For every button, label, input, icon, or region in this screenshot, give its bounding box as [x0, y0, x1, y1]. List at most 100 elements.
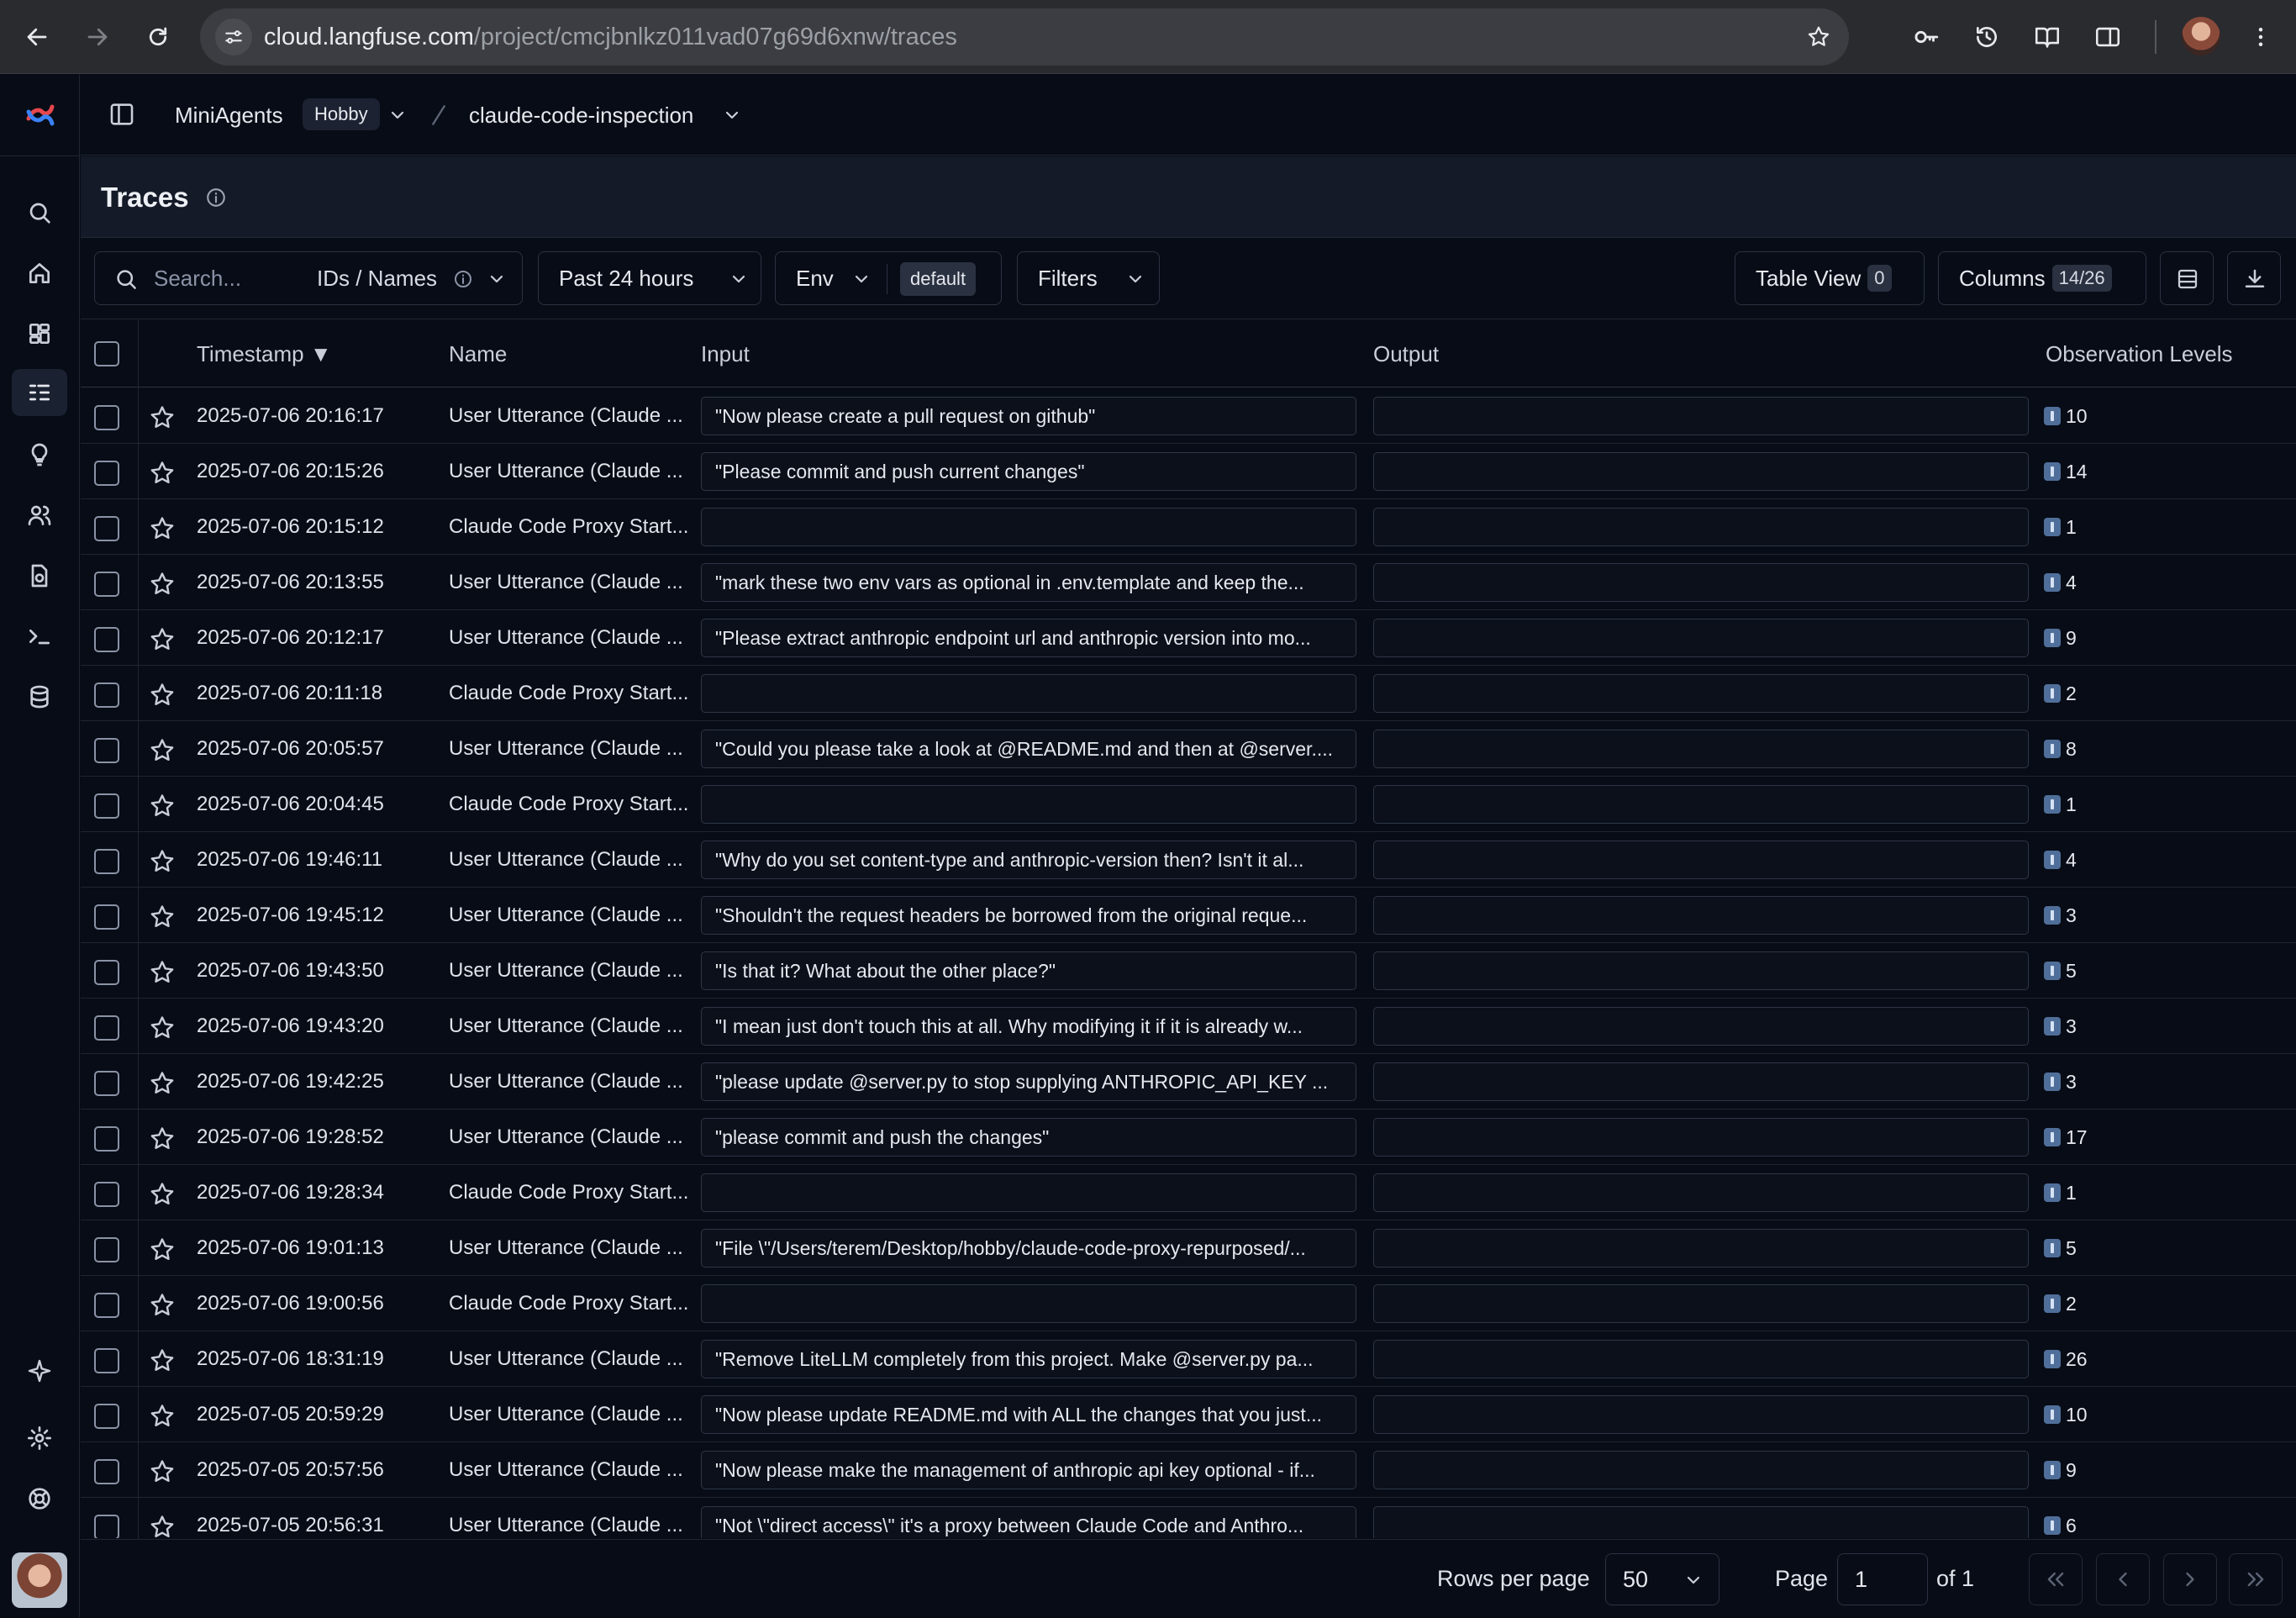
table-row[interactable]: 2025-07-06 20:11:18 Claude Code Proxy Sta… — [81, 666, 2296, 721]
row-checkbox[interactable] — [94, 1071, 119, 1096]
table-row[interactable]: 2025-07-05 20:56:31 User Utterance (Claud… — [81, 1498, 2296, 1538]
previous-page-button[interactable] — [2096, 1553, 2150, 1605]
star-icon[interactable] — [148, 514, 176, 543]
sidebar-item-dashboards[interactable] — [12, 310, 67, 357]
sidebar-item-users[interactable] — [12, 492, 67, 539]
table-row[interactable]: 2025-07-06 19:42:25 User Utterance (Claud… — [81, 1054, 2296, 1109]
cell-name[interactable]: User Utterance (Claude ... — [449, 1498, 692, 1538]
cell-input[interactable]: "Please extract anthropic endpoint url a… — [701, 619, 1356, 657]
cell-output[interactable] — [1373, 730, 2029, 768]
row-checkbox[interactable] — [94, 1126, 119, 1152]
filters-button[interactable]: Filters — [1017, 251, 1160, 305]
cell-timestamp[interactable]: 2025-07-06 20:12:17 — [197, 610, 384, 666]
rows-per-page-select[interactable]: 50 — [1605, 1553, 1719, 1605]
table-row[interactable]: 2025-07-06 20:12:17 User Utterance (Claud… — [81, 610, 2296, 666]
cell-name[interactable]: User Utterance (Claude ... — [449, 1054, 692, 1109]
cell-name[interactable]: User Utterance (Claude ... — [449, 388, 692, 444]
table-row[interactable]: 2025-07-06 19:43:50 User Utterance (Claud… — [81, 943, 2296, 999]
star-icon[interactable] — [148, 903, 176, 931]
cell-timestamp[interactable]: 2025-07-06 19:43:50 — [197, 943, 384, 999]
star-icon[interactable] — [148, 1457, 176, 1486]
cell-name[interactable]: User Utterance (Claude ... — [449, 1387, 692, 1442]
sidebar-item-prompts[interactable] — [12, 431, 67, 478]
cell-output[interactable] — [1373, 1340, 2029, 1378]
page-number-input[interactable]: 1 — [1837, 1553, 1928, 1605]
star-icon[interactable] — [148, 1402, 176, 1431]
cell-timestamp[interactable]: 2025-07-06 19:42:25 — [197, 1054, 384, 1109]
star-icon[interactable] — [148, 1180, 176, 1209]
cell-name[interactable]: User Utterance (Claude ... — [449, 610, 692, 666]
table-row[interactable]: 2025-07-06 18:31:19 User Utterance (Claud… — [81, 1331, 2296, 1387]
column-header-input[interactable]: Input — [701, 320, 750, 387]
row-checkbox[interactable] — [94, 461, 119, 486]
cell-timestamp[interactable]: 2025-07-06 19:28:52 — [197, 1109, 384, 1165]
table-row[interactable]: 2025-07-06 19:46:11 User Utterance (Claud… — [81, 832, 2296, 888]
cell-output[interactable] — [1373, 841, 2029, 879]
cell-timestamp[interactable]: 2025-07-06 18:31:19 — [197, 1331, 384, 1387]
cell-input[interactable]: "Now please create a pull request on git… — [701, 397, 1356, 435]
cell-timestamp[interactable]: 2025-07-05 20:57:56 — [197, 1442, 384, 1498]
address-bar[interactable]: cloud.langfuse.com/project/cmcjbnlkz011v… — [200, 8, 1849, 66]
star-icon[interactable] — [148, 403, 176, 432]
cell-output[interactable] — [1373, 563, 2029, 602]
cell-timestamp[interactable]: 2025-07-06 20:04:45 — [197, 777, 384, 832]
cell-timestamp[interactable]: 2025-07-05 20:56:31 — [197, 1498, 384, 1538]
cell-output[interactable] — [1373, 1173, 2029, 1212]
table-view-button[interactable]: Table View 0 — [1735, 251, 1925, 305]
cell-timestamp[interactable]: 2025-07-06 20:16:17 — [197, 388, 384, 444]
cell-name[interactable]: User Utterance (Claude ... — [449, 1331, 692, 1387]
cell-name[interactable]: User Utterance (Claude ... — [449, 1220, 692, 1276]
cell-timestamp[interactable]: 2025-07-06 19:43:20 — [197, 999, 384, 1054]
download-button[interactable] — [2227, 251, 2281, 305]
row-checkbox[interactable] — [94, 516, 119, 541]
project-name[interactable]: claude-code-inspection — [469, 75, 693, 155]
row-checkbox[interactable] — [94, 904, 119, 930]
env-value-chip[interactable]: default — [900, 262, 977, 296]
table-row[interactable]: 2025-07-06 20:04:45 Claude Code Proxy Sta… — [81, 777, 2296, 832]
cell-output[interactable] — [1373, 1118, 2029, 1157]
search-mode-select[interactable]: IDs / Names — [317, 252, 437, 304]
cell-input[interactable]: "Now please update README.md with ALL th… — [701, 1395, 1356, 1434]
cell-output[interactable] — [1373, 674, 2029, 713]
cell-input[interactable] — [701, 785, 1356, 824]
cell-name[interactable]: User Utterance (Claude ... — [449, 721, 692, 777]
cell-input[interactable]: "Please commit and push current changes" — [701, 452, 1356, 491]
cell-name[interactable]: Claude Code Proxy Start... — [449, 1276, 692, 1331]
organization-name[interactable]: MiniAgents — [175, 75, 283, 155]
row-checkbox[interactable] — [94, 1015, 119, 1041]
row-density-button[interactable] — [2160, 251, 2214, 305]
cell-output[interactable] — [1373, 896, 2029, 935]
star-icon[interactable] — [148, 1069, 176, 1098]
info-icon[interactable] — [205, 187, 227, 208]
table-row[interactable]: 2025-07-06 19:28:52 User Utterance (Claud… — [81, 1109, 2296, 1165]
row-checkbox[interactable] — [94, 1293, 119, 1318]
project-switcher-chevron-down-icon[interactable] — [719, 103, 745, 128]
site-settings-icon[interactable] — [215, 18, 252, 55]
sidebar-item-support[interactable] — [12, 1475, 67, 1522]
table-row[interactable]: 2025-07-06 20:15:26 User Utterance (Claud… — [81, 444, 2296, 499]
column-header-name[interactable]: Name — [449, 320, 507, 387]
cell-input[interactable]: "please update @server.py to stop supply… — [701, 1062, 1356, 1101]
cell-input[interactable]: "Could you please take a look at @README… — [701, 730, 1356, 768]
table-row[interactable]: 2025-07-06 20:13:55 User Utterance (Claud… — [81, 555, 2296, 610]
sidebar-item-tracing[interactable] — [12, 369, 67, 416]
row-checkbox[interactable] — [94, 960, 119, 985]
side-panel-icon[interactable] — [2086, 15, 2130, 59]
sidebar-item-playground[interactable] — [12, 613, 67, 660]
row-checkbox[interactable] — [94, 849, 119, 874]
cell-input[interactable]: "File \"/Users/terem/Desktop/hobby/claud… — [701, 1229, 1356, 1268]
star-icon[interactable] — [148, 1291, 176, 1320]
row-checkbox[interactable] — [94, 1404, 119, 1429]
cell-name[interactable]: User Utterance (Claude ... — [449, 1442, 692, 1498]
cell-timestamp[interactable]: 2025-07-06 20:15:12 — [197, 499, 384, 555]
star-icon[interactable] — [148, 1125, 176, 1153]
column-header-output[interactable]: Output — [1373, 320, 1439, 387]
column-header-observation-levels[interactable]: Observation Levels — [2046, 320, 2233, 387]
star-icon[interactable] — [148, 625, 176, 654]
cell-output[interactable] — [1373, 508, 2029, 546]
cell-timestamp[interactable]: 2025-07-06 19:45:12 — [197, 888, 384, 943]
time-range-select[interactable]: Past 24 hours — [538, 251, 761, 305]
sidebar-item-home[interactable] — [12, 250, 67, 297]
column-header-timestamp[interactable]: Timestamp ▼ — [197, 320, 332, 387]
forward-arrow-icon[interactable] — [76, 15, 119, 59]
